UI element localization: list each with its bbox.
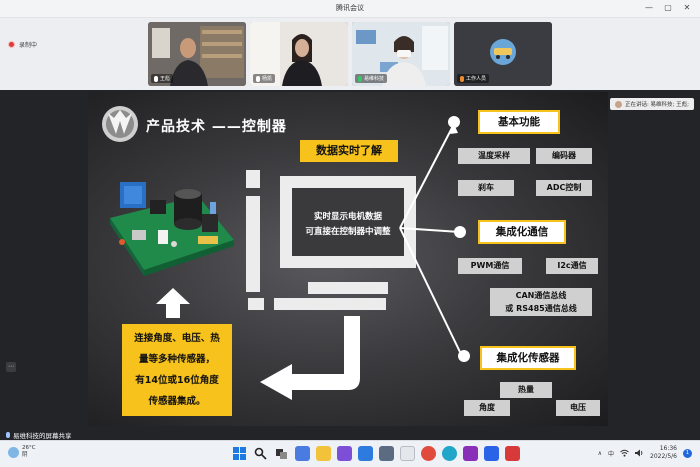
item-voltage: 电压 [556,400,600,416]
mail-icon[interactable] [358,446,373,461]
wps-icon[interactable] [505,446,520,461]
mic-icon [154,75,158,82]
ime-indicator[interactable]: 中 [608,449,614,458]
screen-share-label: 易维科技的屏幕共享 [6,430,72,440]
taskbar: 26°C 阴 ∧ 中 16:36 2022/5/6 1 [0,440,700,467]
chevron-up-icon[interactable]: ∧ [598,450,602,457]
close-button[interactable]: ✕ [680,2,694,14]
participant-name-1: 王彪 [151,74,174,83]
section-heading-communication: 集成化通信 [478,220,566,244]
onenote-icon[interactable] [463,446,478,461]
section-heading-sensors: 集成化传感器 [480,346,576,370]
item-adc-control: ADC控制 [536,180,592,196]
mic-icon [256,75,260,82]
item-brake: 刹车 [458,180,514,196]
start-icon[interactable] [232,446,247,461]
window-title: 腾讯会议 [336,4,364,12]
section-heading-basic: 基本功能 [478,110,560,134]
item-angle: 角度 [464,400,510,416]
item-can-rs485: CAN通信总线 或 RS485通信总线 [490,288,592,316]
search-icon[interactable] [253,446,268,461]
notification-badge[interactable]: 1 [683,448,692,458]
item-i2c: I2c通信 [546,258,598,274]
more-icon[interactable]: ⋯ [6,362,16,372]
chrome-icon[interactable] [421,446,436,461]
minimize-button[interactable]: — [642,2,656,14]
tencent-meeting-icon[interactable] [484,446,499,461]
volume-icon[interactable] [635,449,644,457]
file-explorer-icon[interactable] [316,446,331,461]
speaker-avatar [614,100,622,108]
maximize-button[interactable]: ▢ [661,2,675,14]
participant-name-2: 杨凯 [253,74,276,83]
title-bar: 腾讯会议 — ▢ ✕ [0,0,700,18]
record-icon [8,41,15,48]
widgets-icon[interactable] [295,446,310,461]
speaking-indicator: 正在讲话: 易维科技; 王彪; [609,98,694,110]
weather-widget[interactable]: 26°C 阴 [8,445,36,459]
recording-indicator[interactable]: 录制中 [8,40,37,49]
task-view-icon[interactable] [274,446,289,461]
item-pwm: PWM通信 [458,258,522,274]
participant-tile-3[interactable]: 易维科技 [352,22,450,86]
connector-lines [399,123,461,353]
bullet-dot [458,350,470,362]
taskbar-apps [232,446,520,461]
item-temperature-sampling: 温度采样 [458,148,530,164]
edge-icon[interactable] [442,446,457,461]
participant-name-3: 易维科技 [355,74,388,83]
photos-icon[interactable] [400,446,415,461]
meeting-app: 腾讯会议 — ▢ ✕ 录制中 王彪 杨凯 易维科技 工作人员 正在讲话: 易维科… [0,0,700,467]
participant-strip: 录制中 王彪 杨凯 易维科技 工作人员 [0,18,700,90]
bullet-dot [448,116,460,128]
store-icon[interactable] [379,446,394,461]
item-encoder: 编码器 [536,148,592,164]
participant-tile-2[interactable]: 杨凯 [250,22,348,86]
participant-tile-4[interactable]: 工作人员 [454,22,552,86]
bullet-dot [454,226,466,238]
system-tray: ∧ 中 16:36 2022/5/6 1 [598,445,692,461]
wifi-icon[interactable] [620,449,629,457]
weather-icon [8,446,19,458]
participant-name-4: 工作人员 [457,74,490,83]
mic-icon [6,432,10,438]
recording-label: 录制中 [19,42,38,49]
presentation-slide: 产品技术 ——控制器 数据实时了解 连接角度、电压、热 量等多种传感器， 有14… [88,92,608,426]
clock[interactable]: 16:36 2022/5/6 [650,445,677,461]
mic-active-icon [358,75,362,82]
participant-tile-1[interactable]: 王彪 [148,22,246,86]
visual-studio-icon[interactable] [337,446,352,461]
item-heat: 热量 [500,382,552,398]
mic-icon [460,75,464,82]
